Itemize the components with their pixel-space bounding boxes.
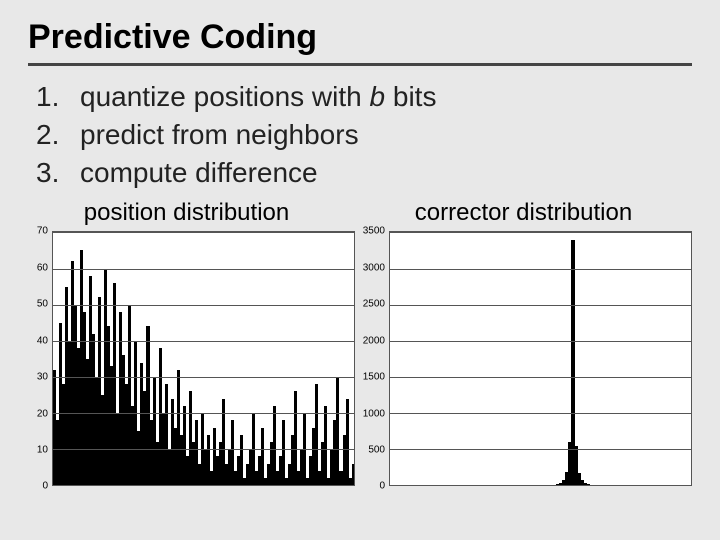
step-list: 1. quantize positions with b bits 2. pre…: [28, 78, 692, 191]
chart-corrector-distribution: corrector distribution 05001000150020002…: [355, 195, 692, 486]
y-tick-label: 3500: [363, 226, 385, 237]
chart-plot-area: [52, 231, 355, 486]
list-text: predict from neighbors: [80, 116, 692, 154]
charts-row: position distribution 010203040506070 co…: [18, 195, 692, 486]
y-tick-label: 0: [379, 481, 385, 492]
y-tick-label: 60: [37, 262, 48, 273]
list-num: 1.: [36, 78, 80, 116]
list-num: 3.: [36, 154, 80, 192]
y-tick-label: 40: [37, 335, 48, 346]
y-tick-label: 3000: [363, 262, 385, 273]
y-tick-label: 0: [42, 481, 48, 492]
y-tick-label: 20: [37, 408, 48, 419]
y-tick-label: 30: [37, 372, 48, 383]
chart-position-distribution: position distribution 010203040506070: [18, 195, 355, 486]
chart-bars: [53, 232, 354, 485]
chart-title: position distribution: [18, 195, 355, 231]
chart-plot-area: [389, 231, 692, 486]
y-tick-label: 70: [37, 226, 48, 237]
variable-b: b: [370, 81, 386, 112]
chart-bars: [390, 232, 691, 485]
y-axis-labels: 0500100015002000250030003500: [355, 231, 389, 486]
list-item: 1. quantize positions with b bits: [36, 78, 692, 116]
y-tick-label: 2000: [363, 335, 385, 346]
list-text: quantize positions with b bits: [80, 78, 692, 116]
list-num: 2.: [36, 116, 80, 154]
list-text: compute difference: [80, 154, 692, 192]
list-item: 3. compute difference: [36, 154, 692, 192]
y-tick-label: 50: [37, 299, 48, 310]
y-tick-label: 10: [37, 444, 48, 455]
y-tick-label: 1000: [363, 408, 385, 419]
list-item: 2. predict from neighbors: [36, 116, 692, 154]
y-axis-labels: 010203040506070: [18, 231, 52, 486]
y-tick-label: 1500: [363, 372, 385, 383]
chart-title: corrector distribution: [355, 195, 692, 231]
slide-title: Predictive Coding: [28, 18, 692, 66]
y-tick-label: 500: [368, 444, 385, 455]
y-tick-label: 2500: [363, 299, 385, 310]
